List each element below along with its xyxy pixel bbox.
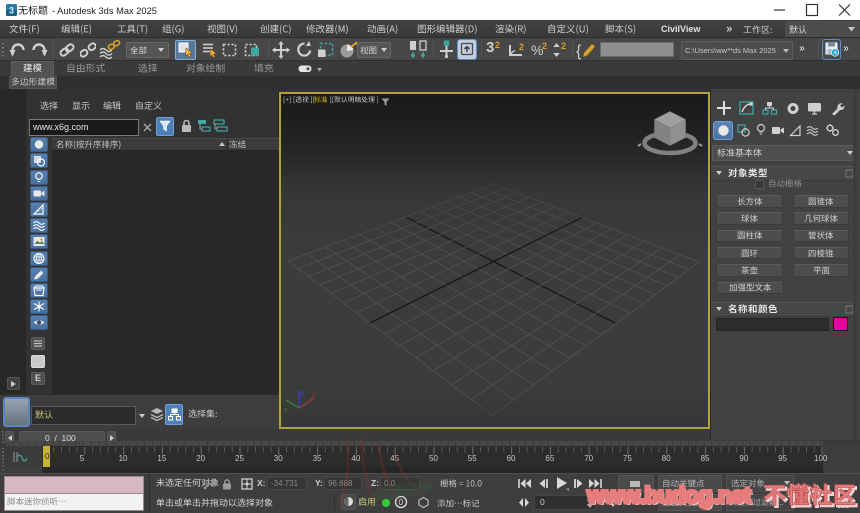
svg-text:2: 2: [495, 40, 500, 50]
svg-text:2: 2: [542, 41, 547, 51]
svg-text:2: 2: [519, 42, 524, 52]
svg-text:{: {: [576, 43, 582, 60]
svg-text:z: z: [302, 390, 306, 397]
svg-text:y: y: [312, 392, 316, 399]
svg-text:3: 3: [9, 6, 14, 16]
svg-text:2: 2: [561, 41, 566, 51]
svg-text:x: x: [284, 407, 288, 414]
